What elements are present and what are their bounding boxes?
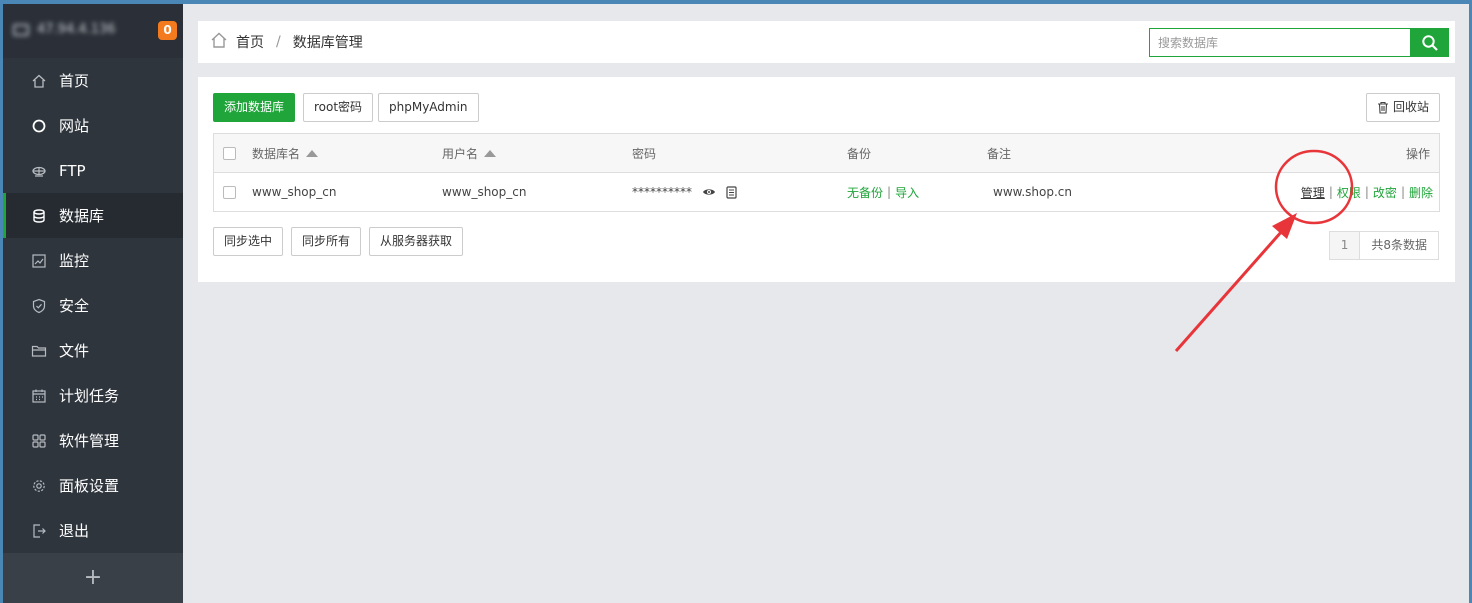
sidebar-item-website[interactable]: 网站 <box>3 103 183 148</box>
sidebar-item-cron[interactable]: 计划任务 <box>3 373 183 418</box>
sidebar-item-label: 监控 <box>59 252 90 270</box>
page-number[interactable]: 1 <box>1329 232 1361 259</box>
col-note-header: 备注 <box>987 146 1012 161</box>
search-icon <box>1422 34 1438 51</box>
sidebar-item-logout[interactable]: 退出 <box>3 508 183 553</box>
select-all-checkbox[interactable] <box>223 146 236 160</box>
add-database-button[interactable]: 添加数据库 <box>213 93 296 122</box>
change-password-link[interactable]: 改密 <box>1373 184 1397 201</box>
server-host: 47.94.4.136 <box>13 22 116 37</box>
import-link[interactable]: 导入 <box>895 184 919 201</box>
sidebar-item-monitor[interactable]: 监控 <box>3 238 183 283</box>
permission-link[interactable]: 权限 <box>1337 184 1361 201</box>
sidebar: 47.94.4.136 0 首页 网站 FTP 数据库 监控 安全 文件 计划任… <box>3 4 183 603</box>
eye-icon[interactable] <box>702 187 716 197</box>
sidebar-item-label: 安全 <box>59 297 90 315</box>
breadcrumb: 首页 / 数据库管理 <box>210 21 363 63</box>
home-icon[interactable] <box>210 31 228 53</box>
sidebar-item-software[interactable]: 软件管理 <box>3 418 183 463</box>
col-ops-header: 操作 <box>1405 146 1430 161</box>
breadcrumb-separator: / <box>276 34 281 50</box>
sidebar-item-security[interactable]: 安全 <box>3 283 183 328</box>
col-password-header: 密码 <box>632 146 657 161</box>
no-backup-link[interactable]: 无备份 <box>847 184 883 201</box>
sidebar-add-button[interactable]: + <box>3 553 183 603</box>
sidebar-item-label: 退出 <box>59 522 90 540</box>
database-table: 数据库名 用户名 密码 备份 备注 操作 www_shop_cn www_sho… <box>213 133 1440 212</box>
search-button[interactable] <box>1411 28 1449 57</box>
manage-link[interactable]: 管理 <box>1301 184 1325 201</box>
db-name-cell: www_shop_cn <box>252 185 337 199</box>
separator: | <box>1328 185 1333 199</box>
folder-icon <box>31 343 47 359</box>
sort-asc-icon <box>484 149 497 157</box>
sort-asc-icon <box>306 149 319 157</box>
pagination: 1 共8条数据 <box>1328 231 1439 260</box>
sidebar-item-files[interactable]: 文件 <box>3 328 183 373</box>
sidebar-menu: 首页 网站 FTP 数据库 监控 安全 文件 计划任务 软件管理 面板设置 退出 <box>3 58 183 553</box>
globe-icon <box>31 118 47 134</box>
sidebar-item-label: 网站 <box>59 117 90 135</box>
total-count: 共8条数据 <box>1371 238 1427 252</box>
notification-badge[interactable]: 0 <box>158 21 177 40</box>
col-user-label: 用户名 <box>442 146 479 161</box>
db-user-cell: www_shop_cn <box>442 185 527 199</box>
col-backup-header: 备份 <box>847 146 872 161</box>
top-bar: 首页 / 数据库管理 <box>198 21 1455 63</box>
sidebar-item-database[interactable]: 数据库 <box>3 193 183 238</box>
sidebar-header: 47.94.4.136 0 <box>3 4 183 58</box>
fetch-from-server-button[interactable]: 从服务器获取 <box>369 227 464 256</box>
sync-all-button[interactable]: 同步所有 <box>291 227 362 256</box>
ftp-icon <box>31 163 47 179</box>
sidebar-item-settings[interactable]: 面板设置 <box>3 463 183 508</box>
search-box <box>1149 28 1411 57</box>
sidebar-item-label: 数据库 <box>59 207 105 225</box>
sidebar-item-label: 文件 <box>59 342 90 360</box>
copy-icon[interactable] <box>726 185 737 199</box>
col-user-header[interactable]: 用户名 <box>442 134 497 172</box>
recycle-bin-label: 回收站 <box>1392 100 1429 114</box>
database-panel: 添加数据库 root密码 phpMyAdmin 回收站 数据库名 用户名 密码 … <box>198 77 1455 282</box>
database-icon <box>31 208 47 224</box>
table-header: 数据库名 用户名 密码 备份 备注 操作 <box>214 134 1439 173</box>
root-password-button[interactable]: root密码 <box>303 93 374 122</box>
separator: | <box>887 185 892 199</box>
logout-icon <box>31 523 47 539</box>
sidebar-item-label: 首页 <box>59 72 90 90</box>
grid-icon <box>31 433 47 449</box>
row-checkbox[interactable] <box>223 185 236 199</box>
sync-selected-button[interactable]: 同步选中 <box>213 227 284 256</box>
sidebar-item-label: 计划任务 <box>59 387 120 405</box>
col-name-label: 数据库名 <box>252 146 301 161</box>
table-row: www_shop_cn www_shop_cn ********** 无备份 |… <box>214 173 1439 211</box>
phpmyadmin-button[interactable]: phpMyAdmin <box>378 93 479 122</box>
sidebar-item-home[interactable]: 首页 <box>3 58 183 103</box>
db-password-cell: ********** <box>632 185 692 199</box>
separator: | <box>1364 185 1369 199</box>
calendar-icon <box>31 388 47 404</box>
monitor-icon <box>31 253 47 269</box>
monitor-icon <box>13 23 29 36</box>
search-input[interactable] <box>1150 29 1410 56</box>
delete-link[interactable]: 删除 <box>1409 184 1433 201</box>
gear-icon <box>31 478 47 494</box>
server-host-label: 47.94.4.136 <box>37 22 116 37</box>
recycle-bin-button[interactable]: 回收站 <box>1365 93 1440 122</box>
sidebar-item-label: 软件管理 <box>59 432 120 450</box>
col-name-header[interactable]: 数据库名 <box>252 134 319 172</box>
sidebar-item-ftp[interactable]: FTP <box>3 148 183 193</box>
db-note-cell: www.shop.cn <box>993 185 1072 199</box>
separator: | <box>1400 185 1405 199</box>
trash-icon <box>1377 101 1388 114</box>
shield-icon <box>31 298 47 314</box>
breadcrumb-home[interactable]: 首页 <box>236 32 264 52</box>
sidebar-item-label: 面板设置 <box>59 477 120 495</box>
home-icon <box>31 73 47 89</box>
sidebar-item-label: FTP <box>59 161 86 180</box>
breadcrumb-current: 数据库管理 <box>292 35 363 51</box>
